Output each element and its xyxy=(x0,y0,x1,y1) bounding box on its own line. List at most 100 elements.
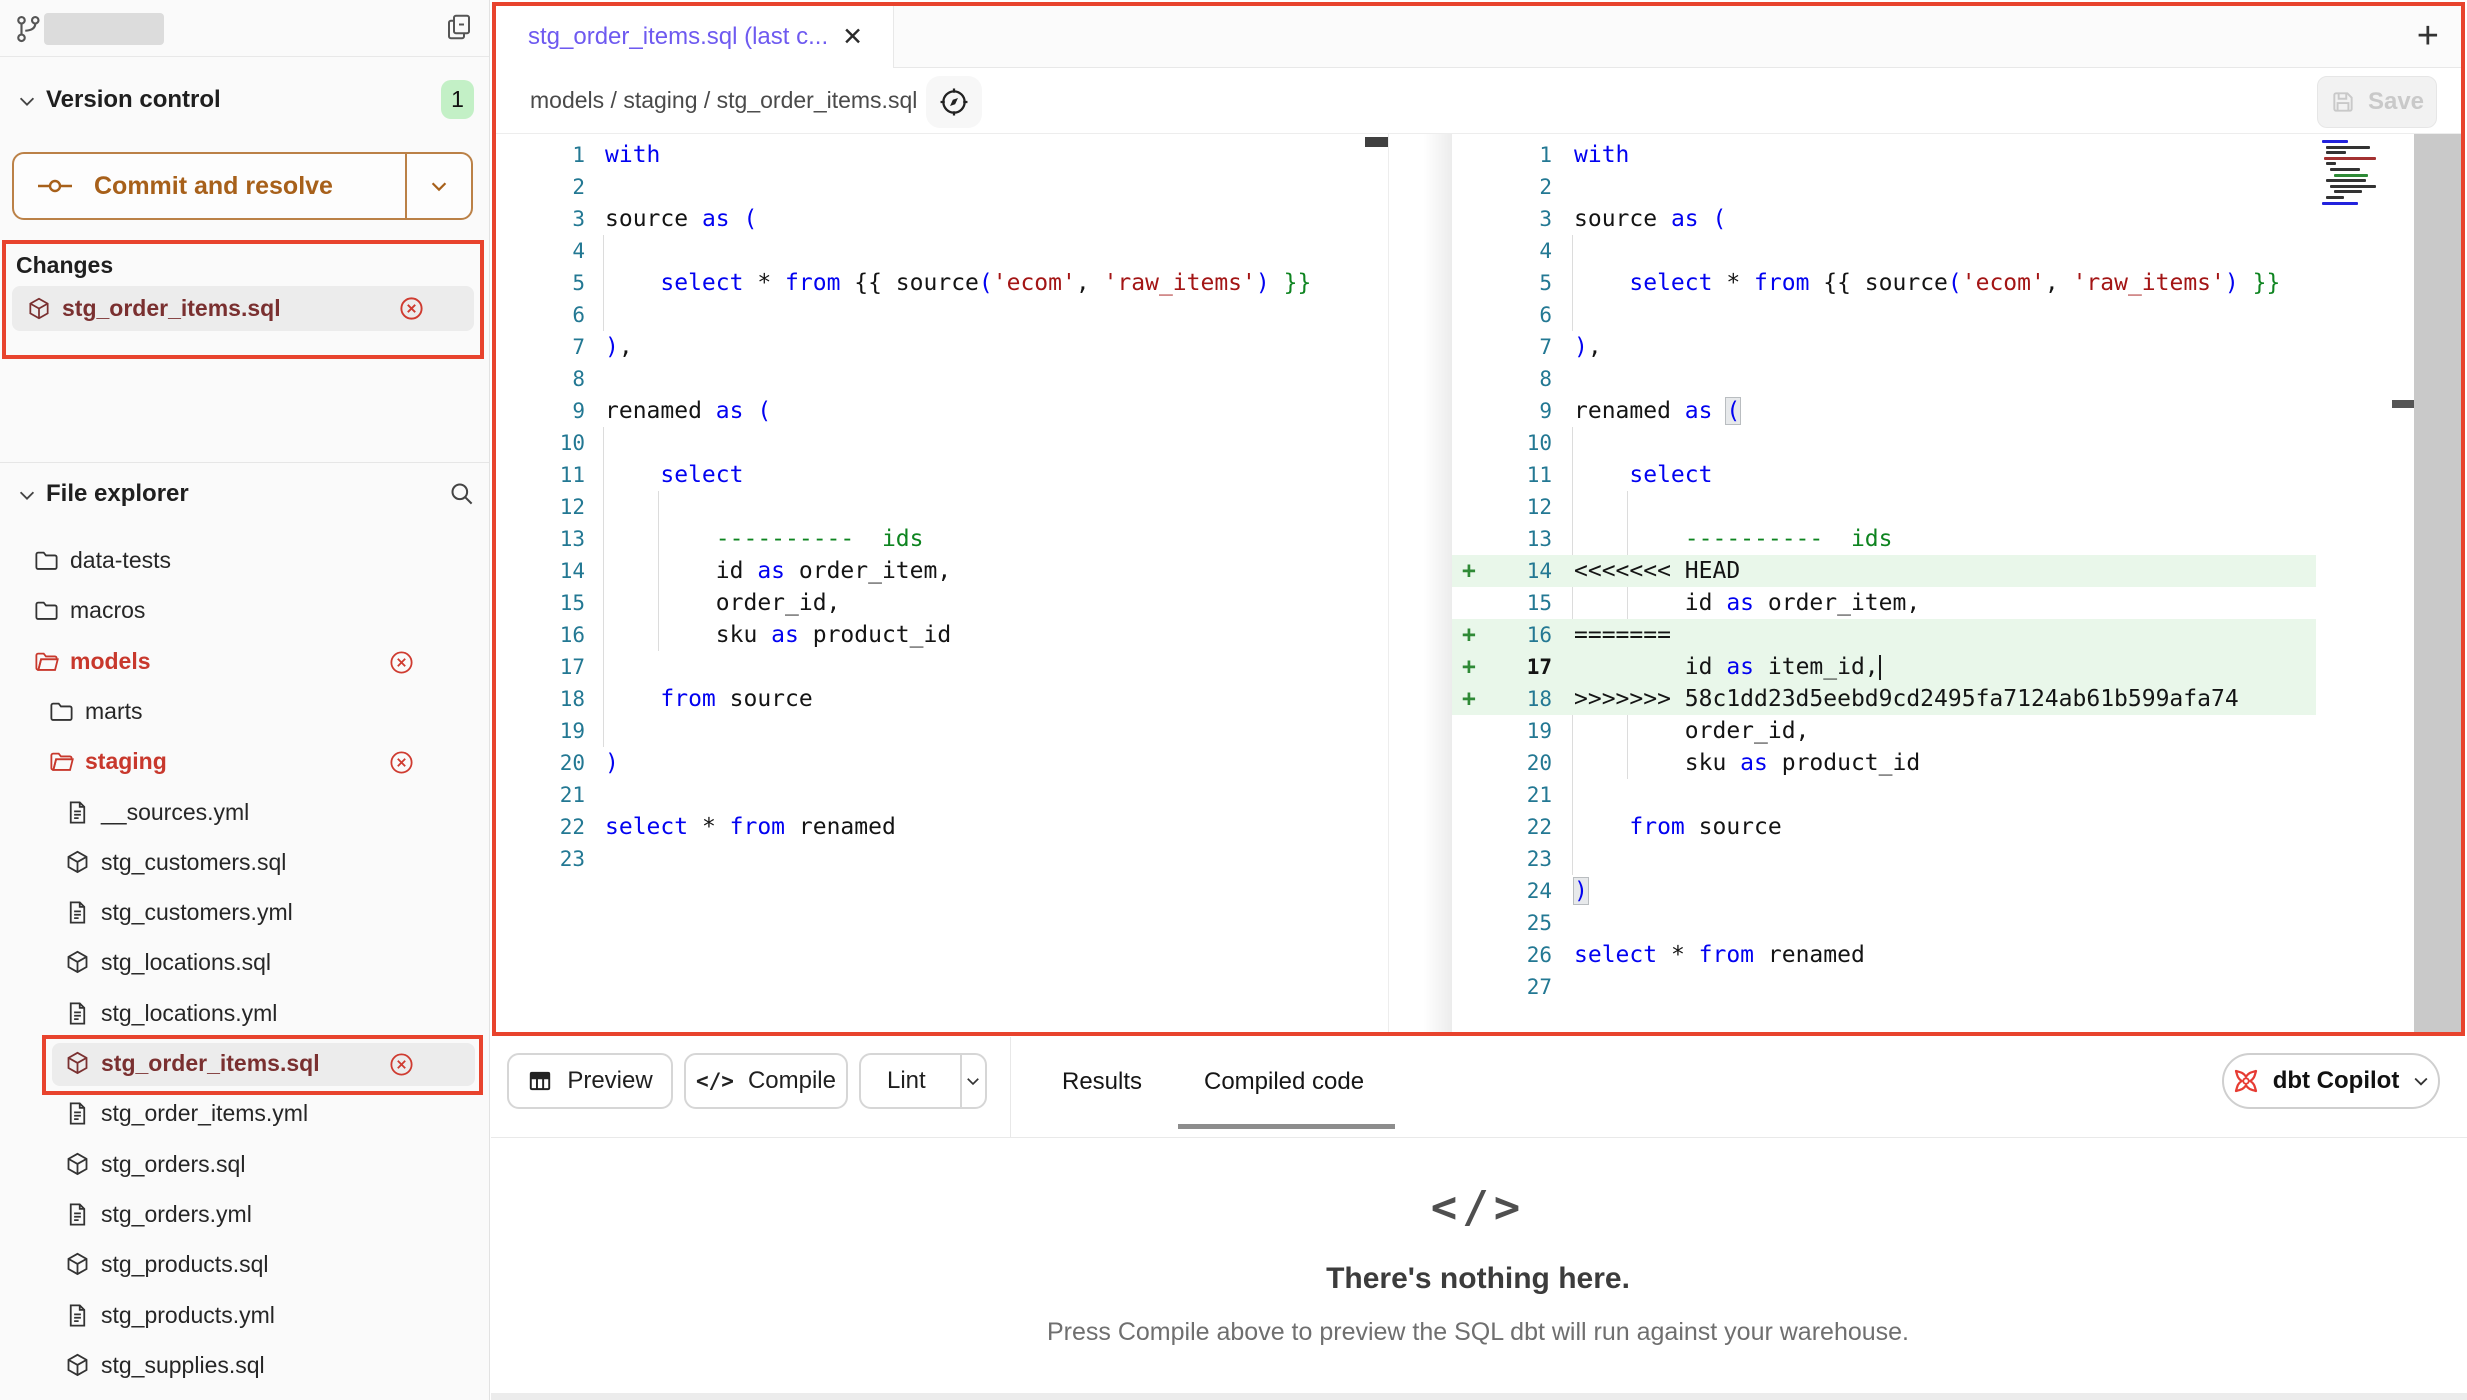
line-number: 3 xyxy=(1462,203,1552,235)
code-line-12[interactable]: 12 xyxy=(1452,491,2414,523)
tree-item-stg-order-items-yml[interactable]: stg_order_items.yml xyxy=(0,1089,490,1139)
right-scrollbar-thumb[interactable] xyxy=(2392,400,2414,408)
tree-item-stg-orders-sql[interactable]: stg_orders.sql xyxy=(0,1140,490,1190)
lint-button[interactable]: Lint xyxy=(859,1053,987,1109)
code-line-10[interactable]: 10 xyxy=(496,427,1388,459)
search-icon[interactable] xyxy=(448,480,475,507)
code-pane-right[interactable]: 1with23source as (45 select * from {{ so… xyxy=(1452,139,2414,1033)
code-line-10[interactable]: 10 xyxy=(1452,427,2414,459)
code-line-21[interactable]: 21 xyxy=(1452,779,2414,811)
code-line-5[interactable]: 5 select * from {{ source('ecom', 'raw_i… xyxy=(1452,267,2414,299)
code-line-14[interactable]: 14 id as order_item, xyxy=(496,555,1388,587)
commit-and-resolve-button[interactable]: Commit and resolve xyxy=(12,152,473,220)
preview-label: Preview xyxy=(567,1067,652,1095)
code-line-2[interactable]: 2 xyxy=(1452,171,2414,203)
code-line-9[interactable]: 9renamed as ( xyxy=(1452,395,2414,427)
code-pane-left[interactable]: 1with23source as (45 select * from {{ so… xyxy=(496,139,1388,1033)
preview-button[interactable]: Preview xyxy=(507,1053,673,1109)
code-line-7[interactable]: 7), xyxy=(496,331,1388,363)
tree-item-stg-supplies-sql[interactable]: stg_supplies.sql xyxy=(0,1341,490,1391)
code-line-8[interactable]: 8 xyxy=(496,363,1388,395)
tree-item-staging[interactable]: staging xyxy=(0,737,490,787)
compile-button[interactable]: </> Compile xyxy=(684,1053,848,1109)
code-line-9[interactable]: 9renamed as ( xyxy=(496,395,1388,427)
tab-results[interactable]: Results xyxy=(1062,1068,1142,1096)
bottom-scroll-strip xyxy=(491,1393,2467,1400)
tree-item-stg-products-yml[interactable]: stg_products.yml xyxy=(0,1291,490,1341)
tree-item-data-tests[interactable]: data-tests xyxy=(0,536,490,586)
code-line-1[interactable]: 1with xyxy=(496,139,1388,171)
code-line-3[interactable]: 3source as ( xyxy=(496,203,1388,235)
tree-item-stg-customers-sql[interactable]: stg_customers.sql xyxy=(0,838,490,888)
code-line-23[interactable]: 23 xyxy=(1452,843,2414,875)
code-line-17[interactable]: 17 xyxy=(496,651,1388,683)
code-line-15[interactable]: 15 id as order_item, xyxy=(1452,587,2414,619)
code-line-7[interactable]: 7), xyxy=(1452,331,2414,363)
commit-options-caret[interactable] xyxy=(405,154,471,218)
tree-item-models[interactable]: models xyxy=(0,637,490,687)
code-line-13[interactable]: 13 ---------- ids xyxy=(496,523,1388,555)
code-line-16[interactable]: 16 sku as product_id xyxy=(496,619,1388,651)
tree-item--sources-yml[interactable]: __sources.yml xyxy=(0,788,490,838)
tree-item-stg-products-sql[interactable]: stg_products.sql xyxy=(0,1240,490,1290)
code-line-21[interactable]: 21 xyxy=(496,779,1388,811)
tree-item-stg-customers-yml[interactable]: stg_customers.yml xyxy=(0,888,490,938)
code-line-19[interactable]: 19 order_id, xyxy=(1452,715,2414,747)
minimap[interactable] xyxy=(2320,140,2392,212)
left-scrollbar-thumb[interactable] xyxy=(1365,137,1388,147)
code-line-25[interactable]: 25 xyxy=(1452,907,2414,939)
code-line-26[interactable]: 26select * from renamed xyxy=(1452,939,2414,971)
changes-file-item[interactable]: stg_order_items.sql xyxy=(12,286,474,331)
code-line-22[interactable]: 22select * from renamed xyxy=(496,811,1388,843)
right-scroll-track[interactable] xyxy=(2414,134,2461,1033)
tree-item-macros[interactable]: macros xyxy=(0,586,490,636)
dbt-copilot-button[interactable]: dbt Copilot xyxy=(2222,1053,2440,1109)
code-line-1[interactable]: 1with xyxy=(1452,139,2414,171)
code-line-11[interactable]: 11 select xyxy=(1452,459,2414,491)
code-line-22[interactable]: 22 from source xyxy=(1452,811,2414,843)
tree-item-stg-locations-sql[interactable]: stg_locations.sql xyxy=(0,938,490,988)
code-line-3[interactable]: 3source as ( xyxy=(1452,203,2414,235)
copy-icon[interactable] xyxy=(444,12,474,42)
code-line-17[interactable]: +17 id as item_id, xyxy=(1452,651,2414,683)
code-line-4[interactable]: 4 xyxy=(1452,235,2414,267)
tab-stg-order-items[interactable]: stg_order_items.sql (last c... ✕ xyxy=(496,6,894,68)
code-line-23[interactable]: 23 xyxy=(496,843,1388,875)
version-control-chevron-icon[interactable] xyxy=(16,90,38,112)
commit-icon xyxy=(36,175,74,197)
minimap-line xyxy=(2326,162,2336,165)
code-line-16[interactable]: +16======= xyxy=(1452,619,2414,651)
tree-item-stg-order-items-sql[interactable]: stg_order_items.sql xyxy=(0,1039,490,1089)
tree-item-stg-locations-yml[interactable]: stg_locations.yml xyxy=(0,989,490,1039)
tree-item-stg-orders-yml[interactable]: stg_orders.yml xyxy=(0,1190,490,1240)
save-button[interactable]: Save xyxy=(2317,76,2437,128)
code-line-27[interactable]: 27 xyxy=(1452,971,2414,1003)
file-explorer-chevron-icon[interactable] xyxy=(16,484,38,506)
code-line-18[interactable]: 18 from source xyxy=(496,683,1388,715)
code-line-11[interactable]: 11 select xyxy=(496,459,1388,491)
code-line-2[interactable]: 2 xyxy=(496,171,1388,203)
tab-close-icon[interactable]: ✕ xyxy=(842,22,863,52)
code-line-19[interactable]: 19 xyxy=(496,715,1388,747)
code-line-13[interactable]: 13 ---------- ids xyxy=(1452,523,2414,555)
code-line-4[interactable]: 4 xyxy=(496,235,1388,267)
line-number: 12 xyxy=(1462,491,1552,523)
lint-options-caret[interactable] xyxy=(960,1055,985,1107)
lineage-button[interactable] xyxy=(926,76,982,128)
code-line-6[interactable]: 6 xyxy=(1452,299,2414,331)
code-line-18[interactable]: +18>>>>>>> 58c1dd23d5eebd9cd2495fa7124ab… xyxy=(1452,683,2414,715)
tree-item-marts[interactable]: marts xyxy=(0,687,490,737)
pane-divider[interactable] xyxy=(1388,134,1452,1033)
code-line-20[interactable]: 20) xyxy=(496,747,1388,779)
code-line-6[interactable]: 6 xyxy=(496,299,1388,331)
branch-name-placeholder[interactable] xyxy=(44,13,164,45)
code-line-14[interactable]: +14<<<<<<< HEAD xyxy=(1452,555,2414,587)
code-line-20[interactable]: 20 sku as product_id xyxy=(1452,747,2414,779)
code-line-8[interactable]: 8 xyxy=(1452,363,2414,395)
code-line-24[interactable]: 24) xyxy=(1452,875,2414,907)
code-line-5[interactable]: 5 select * from {{ source('ecom', 'raw_i… xyxy=(496,267,1388,299)
new-tab-icon[interactable]: + xyxy=(2417,14,2439,58)
tab-compiled-code[interactable]: Compiled code xyxy=(1204,1068,1364,1096)
code-line-12[interactable]: 12 xyxy=(496,491,1388,523)
code-line-15[interactable]: 15 order_id, xyxy=(496,587,1388,619)
